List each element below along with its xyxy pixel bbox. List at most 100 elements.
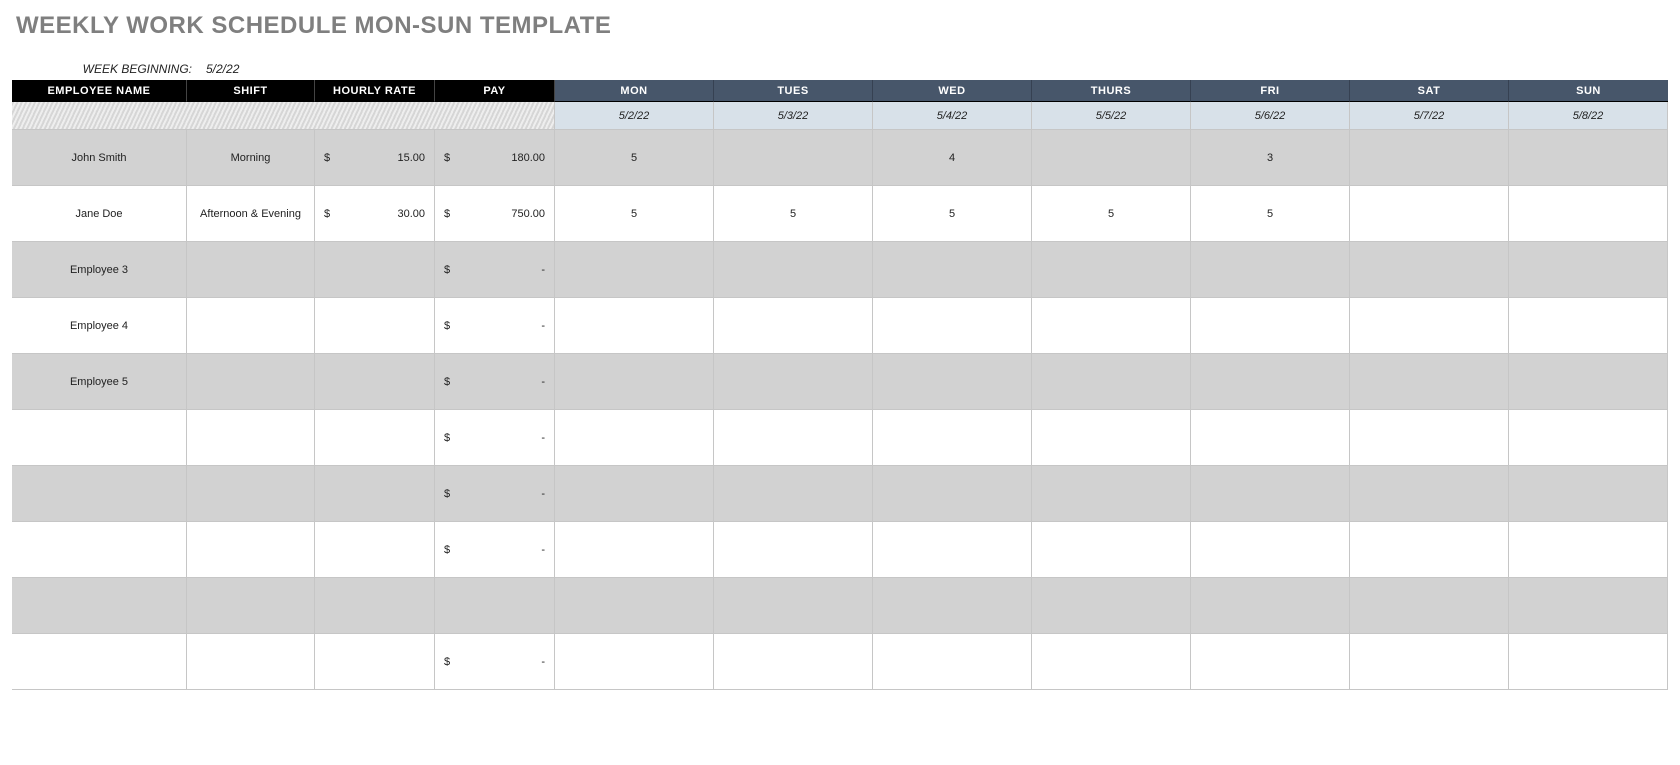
- employee-name-cell[interactable]: Employee 5: [12, 354, 187, 410]
- hours-cell[interactable]: [555, 354, 714, 410]
- hours-cell[interactable]: [1509, 130, 1668, 186]
- hours-cell[interactable]: 5: [555, 130, 714, 186]
- hours-cell[interactable]: 5: [555, 186, 714, 242]
- hours-cell[interactable]: [1350, 242, 1509, 298]
- hours-cell[interactable]: [714, 466, 873, 522]
- hours-cell[interactable]: [1350, 354, 1509, 410]
- hourly-rate-cell[interactable]: [315, 242, 435, 298]
- hours-cell[interactable]: [1350, 578, 1509, 634]
- hours-cell[interactable]: [1350, 522, 1509, 578]
- hours-cell[interactable]: [1509, 578, 1668, 634]
- hours-cell[interactable]: [1191, 410, 1350, 466]
- pay-cell[interactable]: $-: [435, 242, 555, 298]
- hours-cell[interactable]: [1509, 186, 1668, 242]
- hours-cell[interactable]: [555, 522, 714, 578]
- pay-cell[interactable]: $-: [435, 634, 555, 690]
- hours-cell[interactable]: [555, 410, 714, 466]
- hours-cell[interactable]: [1032, 354, 1191, 410]
- hours-cell[interactable]: [714, 354, 873, 410]
- hourly-rate-cell[interactable]: $30.00: [315, 186, 435, 242]
- shift-cell[interactable]: [187, 522, 315, 578]
- employee-name-cell[interactable]: John Smith: [12, 130, 187, 186]
- hours-cell[interactable]: [1350, 130, 1509, 186]
- hours-cell[interactable]: [1509, 410, 1668, 466]
- shift-cell[interactable]: [187, 298, 315, 354]
- hours-cell[interactable]: [1350, 298, 1509, 354]
- shift-cell[interactable]: [187, 466, 315, 522]
- week-beginning-value[interactable]: 5/2/22: [206, 62, 239, 76]
- hours-cell[interactable]: [1509, 354, 1668, 410]
- hours-cell[interactable]: [1350, 410, 1509, 466]
- employee-name-cell[interactable]: [12, 410, 187, 466]
- hours-cell[interactable]: [555, 466, 714, 522]
- hours-cell[interactable]: [1032, 298, 1191, 354]
- hours-cell[interactable]: [873, 466, 1032, 522]
- pay-cell[interactable]: $-: [435, 410, 555, 466]
- hours-cell[interactable]: [1191, 578, 1350, 634]
- pay-cell[interactable]: $750.00: [435, 186, 555, 242]
- pay-cell[interactable]: $-: [435, 354, 555, 410]
- hours-cell[interactable]: [1350, 466, 1509, 522]
- hours-cell[interactable]: [1509, 634, 1668, 690]
- pay-cell[interactable]: $-: [435, 522, 555, 578]
- hours-cell[interactable]: [714, 298, 873, 354]
- hours-cell[interactable]: [1032, 410, 1191, 466]
- pay-cell[interactable]: $180.00: [435, 130, 555, 186]
- hours-cell[interactable]: [1032, 242, 1191, 298]
- employee-name-cell[interactable]: Employee 3: [12, 242, 187, 298]
- hourly-rate-cell[interactable]: [315, 466, 435, 522]
- hours-cell[interactable]: [873, 298, 1032, 354]
- hours-cell[interactable]: 5: [873, 186, 1032, 242]
- employee-name-cell[interactable]: [12, 634, 187, 690]
- pay-cell[interactable]: $-: [435, 466, 555, 522]
- hourly-rate-cell[interactable]: [315, 578, 435, 634]
- hours-cell[interactable]: [714, 242, 873, 298]
- pay-cell[interactable]: $-: [435, 298, 555, 354]
- hours-cell[interactable]: [714, 578, 873, 634]
- hourly-rate-cell[interactable]: [315, 522, 435, 578]
- hours-cell[interactable]: [714, 410, 873, 466]
- hours-cell[interactable]: [1191, 242, 1350, 298]
- hourly-rate-cell[interactable]: [315, 298, 435, 354]
- pay-cell[interactable]: [435, 578, 555, 634]
- shift-cell[interactable]: [187, 410, 315, 466]
- hours-cell[interactable]: [1350, 634, 1509, 690]
- hourly-rate-cell[interactable]: [315, 410, 435, 466]
- hours-cell[interactable]: [1509, 522, 1668, 578]
- shift-cell[interactable]: [187, 242, 315, 298]
- hours-cell[interactable]: [714, 634, 873, 690]
- hours-cell[interactable]: [1032, 466, 1191, 522]
- hourly-rate-cell[interactable]: $15.00: [315, 130, 435, 186]
- hours-cell[interactable]: [555, 298, 714, 354]
- hours-cell[interactable]: 5: [1191, 186, 1350, 242]
- hours-cell[interactable]: [873, 242, 1032, 298]
- hours-cell[interactable]: [1032, 130, 1191, 186]
- hours-cell[interactable]: [555, 578, 714, 634]
- hours-cell[interactable]: [1032, 578, 1191, 634]
- shift-cell[interactable]: [187, 354, 315, 410]
- shift-cell[interactable]: [187, 634, 315, 690]
- hours-cell[interactable]: 5: [1032, 186, 1191, 242]
- hours-cell[interactable]: [1191, 354, 1350, 410]
- hours-cell[interactable]: [1191, 298, 1350, 354]
- hourly-rate-cell[interactable]: [315, 634, 435, 690]
- hours-cell[interactable]: [1191, 466, 1350, 522]
- hours-cell[interactable]: [1509, 298, 1668, 354]
- shift-cell[interactable]: Afternoon & Evening: [187, 186, 315, 242]
- hours-cell[interactable]: [714, 522, 873, 578]
- shift-cell[interactable]: [187, 578, 315, 634]
- hours-cell[interactable]: [873, 522, 1032, 578]
- hours-cell[interactable]: [1191, 634, 1350, 690]
- hours-cell[interactable]: [1350, 186, 1509, 242]
- employee-name-cell[interactable]: Employee 4: [12, 298, 187, 354]
- hours-cell[interactable]: [1032, 522, 1191, 578]
- hours-cell[interactable]: 5: [714, 186, 873, 242]
- hours-cell[interactable]: [873, 578, 1032, 634]
- hours-cell[interactable]: [555, 634, 714, 690]
- hours-cell[interactable]: [1191, 522, 1350, 578]
- hours-cell[interactable]: [873, 354, 1032, 410]
- employee-name-cell[interactable]: [12, 578, 187, 634]
- hours-cell[interactable]: [714, 130, 873, 186]
- employee-name-cell[interactable]: Jane Doe: [12, 186, 187, 242]
- hours-cell[interactable]: [1509, 466, 1668, 522]
